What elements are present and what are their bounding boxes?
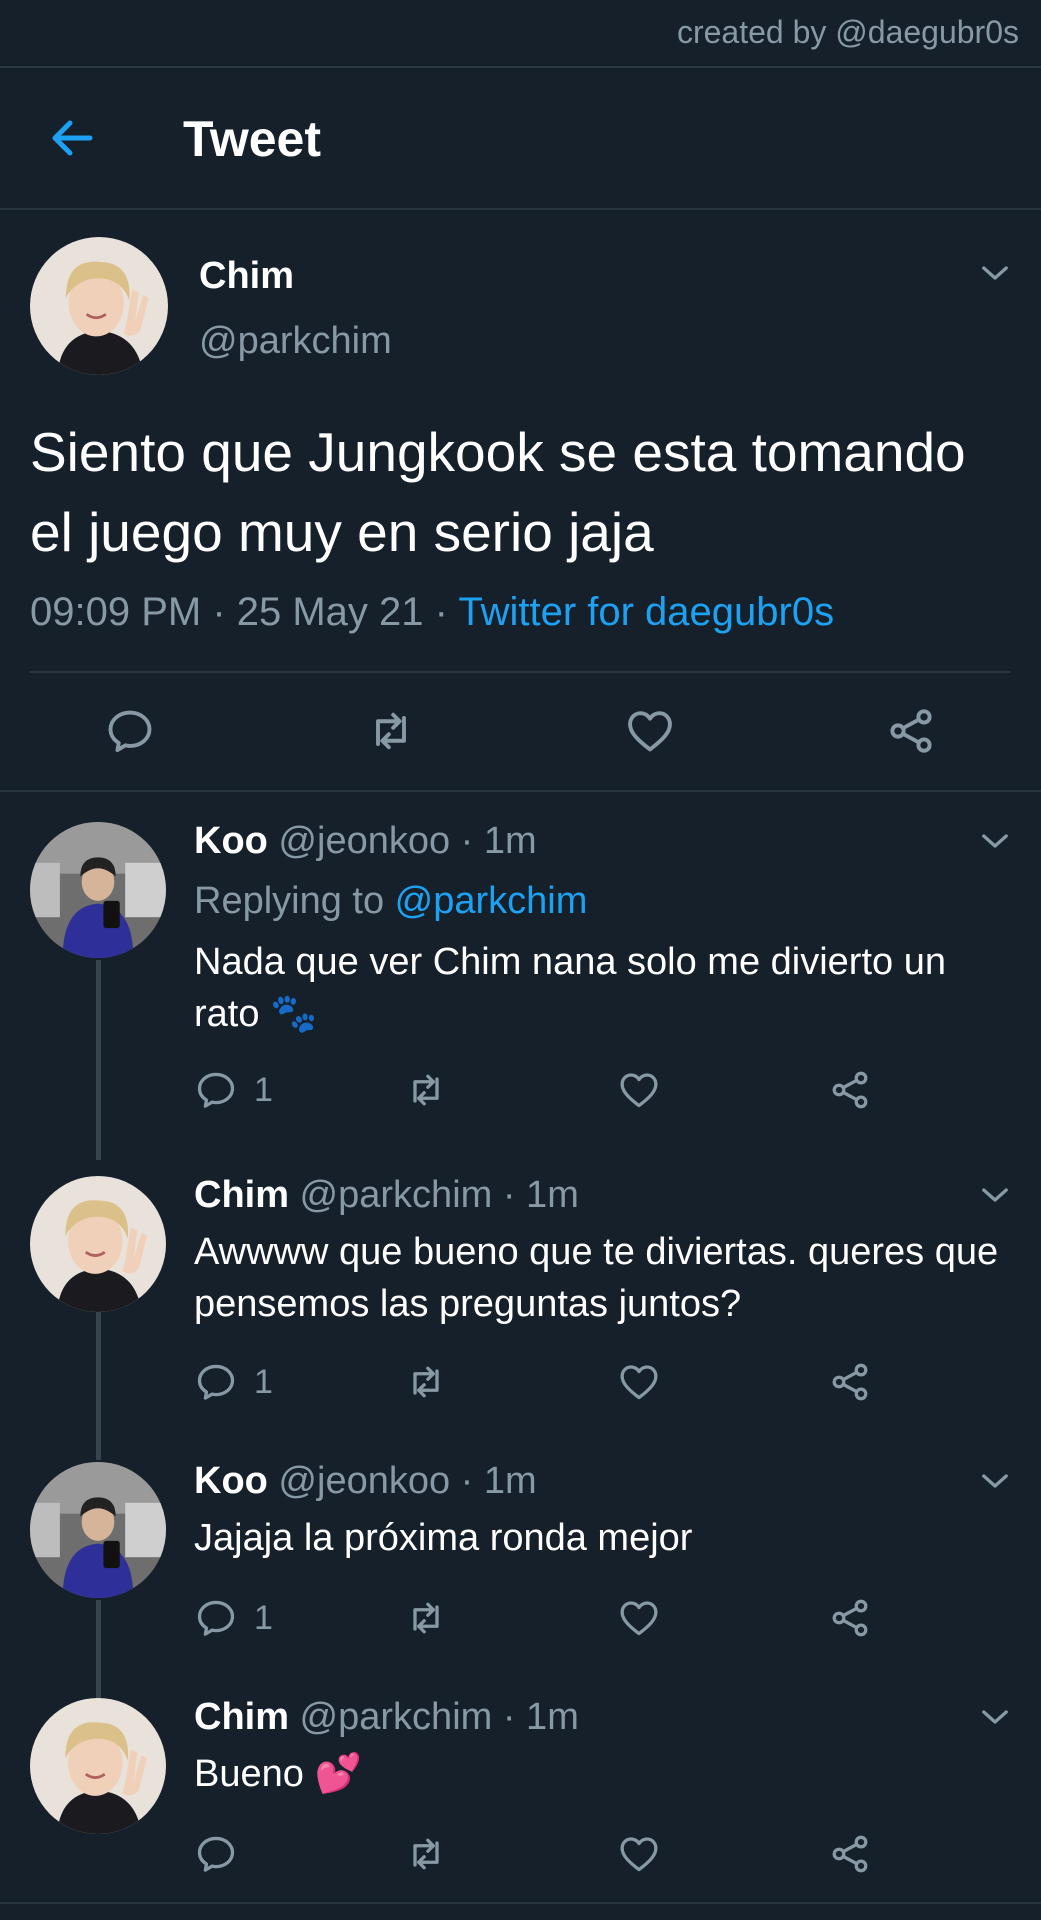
like-button[interactable] xyxy=(617,1596,661,1640)
tweet-menu-button[interactable] xyxy=(975,258,1015,288)
credit-bar: created by @daegubr0s xyxy=(0,0,1041,68)
divider xyxy=(30,671,1010,673)
credit-text: created by @daegubr0s xyxy=(676,14,1019,50)
author-name[interactable]: Chim xyxy=(199,255,294,298)
reply-count: 1 xyxy=(254,1070,273,1109)
reply-button[interactable] xyxy=(194,1832,254,1876)
author-meta: @jeonkoo · 1m xyxy=(267,1460,537,1502)
reply-icon xyxy=(194,1068,238,1112)
like-button[interactable] xyxy=(617,1832,661,1876)
replying-to: Replying to @parkchim xyxy=(194,880,587,923)
share-icon xyxy=(828,1068,872,1112)
author-meta: @parkchim · 1m xyxy=(289,1174,579,1216)
replying-to-label: Replying to xyxy=(194,880,395,922)
reply-tweet[interactable]: Chim @parkchim · 1m Bueno 💕 xyxy=(0,1688,1041,1902)
retweet-button[interactable] xyxy=(402,1832,450,1876)
main-tweet: Chim @parkchim Siento que Jungkook se es… xyxy=(0,210,1041,792)
reply-tweet[interactable]: Koo @jeonkoo · 1m Replying to @parkchim … xyxy=(0,792,1041,1152)
reply-button[interactable]: 1 xyxy=(194,1360,273,1404)
reply-icon xyxy=(194,1360,238,1404)
like-icon xyxy=(617,1068,661,1112)
tweet-menu-button[interactable] xyxy=(975,1180,1015,1210)
share-icon xyxy=(828,1832,872,1876)
reply-icon xyxy=(104,705,156,757)
author-meta: @parkchim · 1m xyxy=(289,1696,579,1738)
like-button[interactable] xyxy=(624,705,676,757)
share-icon xyxy=(885,705,937,757)
like-icon xyxy=(624,705,676,757)
like-button[interactable] xyxy=(617,1360,661,1404)
arrow-left-icon xyxy=(52,120,93,156)
like-icon xyxy=(617,1832,661,1876)
tweet-text: Siento que Jungkook se esta tomando el j… xyxy=(30,421,966,563)
mention-link[interactable]: @parkchim xyxy=(395,880,588,922)
tweet-menu-button[interactable] xyxy=(975,826,1015,856)
avatar[interactable] xyxy=(30,1176,166,1312)
avatar[interactable] xyxy=(30,237,168,375)
reply-button[interactable]: 1 xyxy=(194,1068,273,1112)
share-button[interactable] xyxy=(828,1596,872,1640)
share-button[interactable] xyxy=(828,1832,872,1876)
tweet-timestamp: 09:09 PM · 25 May 21 · xyxy=(30,590,459,634)
author-meta: @jeonkoo · 1m xyxy=(267,820,537,862)
retweet-icon xyxy=(402,1360,450,1404)
reply-button[interactable] xyxy=(104,705,156,757)
avatar[interactable] xyxy=(30,1462,166,1598)
avatar[interactable] xyxy=(30,1698,166,1834)
share-button[interactable] xyxy=(828,1360,872,1404)
retweet-icon xyxy=(402,1068,450,1112)
reply-tweet[interactable]: Koo @jeonkoo · 1m Jajaja la próxima rond… xyxy=(0,1452,1041,1688)
chevron-down-icon xyxy=(980,831,1010,851)
chevron-down-icon xyxy=(980,1707,1010,1727)
retweet-button[interactable] xyxy=(402,1360,450,1404)
reply-text: Jajaja la próxima ronda mejor xyxy=(194,1517,693,1559)
like-button[interactable] xyxy=(617,1068,661,1112)
top-app-bar: Tweet xyxy=(0,68,1041,210)
reply-tweet[interactable]: Chim @parkchim · 1m Awwww que bueno que … xyxy=(0,1152,1041,1452)
reply-count: 1 xyxy=(254,1598,273,1637)
retweet-icon xyxy=(363,705,419,757)
chevron-down-icon xyxy=(980,1185,1010,1205)
retweet-button[interactable] xyxy=(402,1068,450,1112)
page-title: Tweet xyxy=(183,111,321,167)
share-icon xyxy=(828,1360,872,1404)
reply-button[interactable]: 1 xyxy=(194,1596,273,1640)
chevron-down-icon xyxy=(980,1471,1010,1491)
reply-header: Koo @jeonkoo · 1m xyxy=(194,820,537,863)
reply-icon xyxy=(194,1596,238,1640)
reply-icon xyxy=(194,1832,238,1876)
share-button[interactable] xyxy=(885,705,937,757)
author-handle[interactable]: @parkchim xyxy=(199,320,392,363)
like-icon xyxy=(617,1360,661,1404)
avatar[interactable] xyxy=(30,822,166,958)
share-icon xyxy=(828,1596,872,1640)
tweet-meta: 09:09 PM · 25 May 21 · Twitter for daegu… xyxy=(30,590,834,635)
reply-header: Koo @jeonkoo · 1m xyxy=(194,1460,537,1503)
retweet-icon xyxy=(402,1596,450,1640)
reply-header: Chim @parkchim · 1m xyxy=(194,1696,579,1739)
retweet-button[interactable] xyxy=(402,1596,450,1640)
author-name[interactable]: Chim xyxy=(194,1174,289,1216)
reply-header: Chim @parkchim · 1m xyxy=(194,1174,579,1217)
author-name[interactable]: Chim xyxy=(194,1696,289,1738)
tweet-menu-button[interactable] xyxy=(975,1702,1015,1732)
share-button[interactable] xyxy=(828,1068,872,1112)
reply-text: Awwww que bueno que te diviertas. queres… xyxy=(194,1231,999,1325)
back-button[interactable] xyxy=(40,112,104,164)
reply-text: Nada que ver Chim nana solo me divierto … xyxy=(194,941,946,1035)
reply-text: Bueno 💕 xyxy=(194,1753,362,1795)
like-icon xyxy=(617,1596,661,1640)
tweet-source-link[interactable]: Twitter for daegubr0s xyxy=(458,590,834,634)
author-name[interactable]: Koo xyxy=(194,820,268,862)
tweet-menu-button[interactable] xyxy=(975,1466,1015,1496)
divider xyxy=(0,1902,1041,1904)
retweet-button[interactable] xyxy=(363,705,419,757)
chevron-down-icon xyxy=(980,263,1010,283)
retweet-icon xyxy=(402,1832,450,1876)
author-name[interactable]: Koo xyxy=(194,1460,268,1502)
reply-count: 1 xyxy=(254,1362,273,1401)
